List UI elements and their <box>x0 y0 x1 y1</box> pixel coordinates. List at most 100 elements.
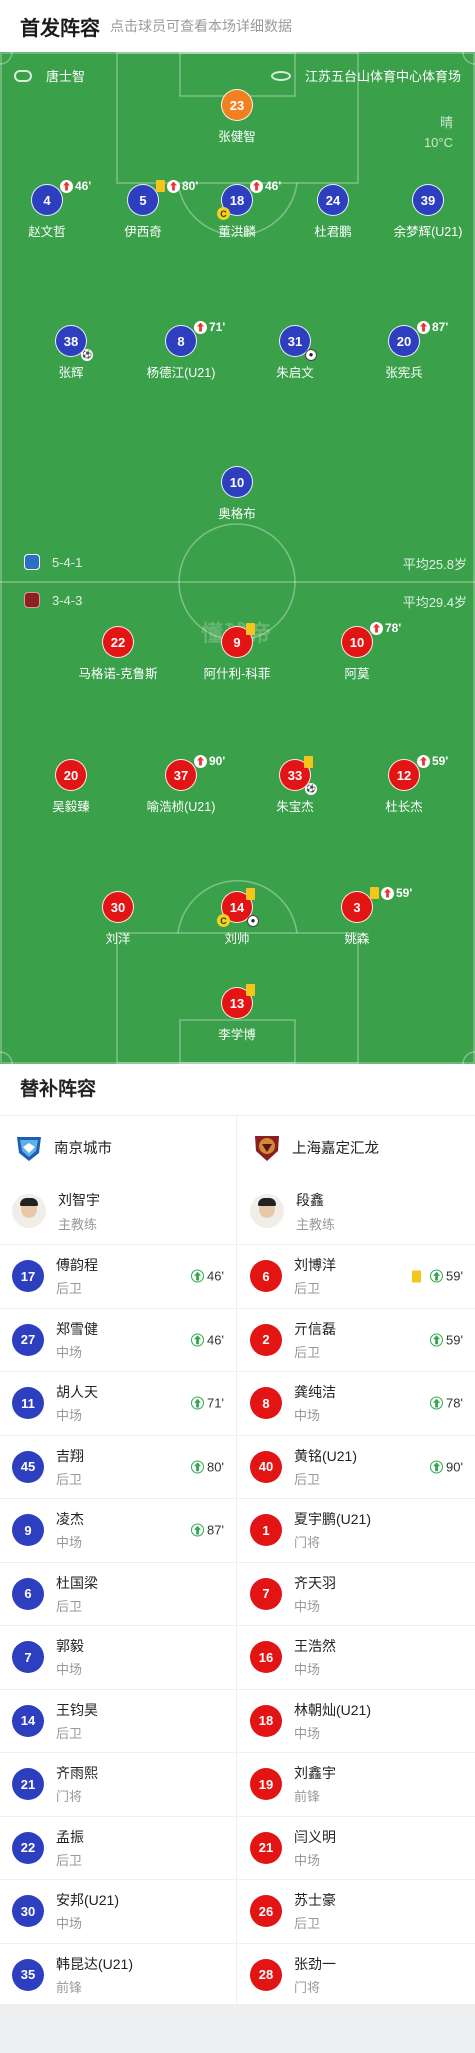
player-red-12[interactable]: 12 59' 杜长杰 <box>339 754 469 815</box>
whistle-icon <box>14 69 32 82</box>
sub-out-icon <box>417 754 430 768</box>
player-red-10[interactable]: 10 78' 阿莫 <box>292 621 422 682</box>
player-position: 门将 <box>294 1979 321 1995</box>
sub-player-row[interactable]: 7 齐天羽 中场 <box>238 1561 475 1626</box>
player-position: 中场 <box>56 1916 83 1932</box>
jersey-number: 9 <box>221 623 255 658</box>
sub-player-row[interactable]: 11 胡人天 中场 71' <box>0 1371 236 1435</box>
player-blue-8[interactable]: 8 71' 杨德江(U21) <box>116 320 246 381</box>
home-subs-column: 南京城市 刘智宇 主教练 17 傅韵程 后卫 46' 27 郑雪健 中场 46' 11 胡人天 中场 7… <box>0 1116 237 2006</box>
player-name: 王钧昊 <box>56 1701 98 1718</box>
jersey-number-text: 3 <box>353 899 361 915</box>
sub-player-row[interactable]: 14 王钧昊后卫 <box>0 1688 236 1753</box>
jersey-number: 19 <box>250 1768 282 1801</box>
sub-in-minute: 59' <box>446 1332 463 1348</box>
sub-player-row[interactable]: 16 王浩然 中场 <box>238 1625 475 1689</box>
player-position: 中场 <box>56 1344 83 1360</box>
sub-player-row[interactable]: 30 安邦(U21) 中场 <box>0 1879 236 1943</box>
away-coach[interactable]: 段鑫 主教练 <box>238 1178 475 1244</box>
player-name: 亓信磊 <box>294 1320 336 1337</box>
player-red-22[interactable]: 22 马格诺-克鲁斯 <box>53 626 183 682</box>
sub-player-row[interactable]: 17 傅韵程 后卫 46' <box>0 1244 236 1308</box>
jersey-number-text: 10 <box>349 634 365 650</box>
yellow-card-icon <box>304 756 313 768</box>
sub-player-row[interactable]: 6 杜国梁 后卫 <box>0 1561 236 1626</box>
sub-player-row[interactable]: 27 郑雪健 中场 46' <box>0 1307 236 1372</box>
jersey-number-text: 14 <box>229 899 245 915</box>
jersey-number-text: 23 <box>229 97 245 113</box>
sub-player-row[interactable]: 28 张劲一 门将 <box>238 1942 475 2007</box>
player-name: 齐雨熙 <box>56 1765 98 1782</box>
away-team-header[interactable]: 上海嘉定汇龙 <box>238 1116 475 1178</box>
player-position: 后卫 <box>294 1471 321 1487</box>
sub-player-row[interactable]: 19 刘鑫宇 前锋 <box>238 1752 475 1816</box>
player-name: 苏士豪 <box>294 1892 336 1909</box>
jersey-number: 9 <box>12 1514 44 1547</box>
sub-player-row[interactable]: 40 黄铭(U21) 后卫 90' <box>238 1434 475 1499</box>
player-position: 中场 <box>294 1408 321 1424</box>
away-avg-age-text: 平均29.4岁 <box>402 595 467 610</box>
jersey-number: 8 <box>250 1387 282 1420</box>
jersey-number: 20 87' <box>388 320 448 357</box>
substitution-in: 90' <box>430 1459 463 1474</box>
player-name: 傅韵程 <box>56 1257 98 1274</box>
jersey-number: 38 ⚽ <box>55 325 93 361</box>
player-position: 中场 <box>56 1408 83 1424</box>
player-red-30[interactable]: 30 刘洋 <box>53 891 183 947</box>
player-red-13[interactable]: 13 李学博 <box>172 984 302 1043</box>
player-position: 中场 <box>294 1725 321 1741</box>
substitution-out: 90' <box>194 754 225 768</box>
home-coach[interactable]: 刘智宇 主教练 <box>0 1178 236 1244</box>
sub-out-icon <box>250 179 263 193</box>
sub-in-icon <box>430 1460 444 1474</box>
sub-player-row[interactable]: 21 齐雨熙 门将 <box>0 1752 236 1816</box>
player-red-37[interactable]: 37 90' 喻浩桢(U21) <box>116 754 246 815</box>
sub-player-row[interactable]: 6 刘博洋 后卫 59' <box>238 1244 475 1308</box>
home-subs-list: 17 傅韵程 后卫 46' 27 郑雪健 中场 46' 11 胡人天 中场 71' 45 吉翔 后卫 80' 9… <box>0 1244 236 2006</box>
jersey-number: 14 <box>12 1704 44 1737</box>
sub-player-row[interactable]: 21 闫义明 中场 <box>238 1815 475 1880</box>
player-red-14[interactable]: 14 C ● 刘帅 <box>172 888 302 947</box>
player-position: 后卫 <box>56 1725 83 1741</box>
player-blue-10[interactable]: 10 奥格布 <box>172 466 302 522</box>
sub-player-row[interactable]: 26 苏士豪 后卫 <box>238 1879 475 1943</box>
player-blue-39[interactable]: 39 余梦辉(U21) <box>363 184 475 240</box>
player-name: 王浩然 <box>294 1638 336 1655</box>
player-name: 杜国梁 <box>56 1574 98 1591</box>
player-blue-23[interactable]: 23 张健智 <box>172 89 302 145</box>
substitution-in: 78' <box>430 1396 463 1411</box>
jersey-number: 6 <box>250 1260 282 1293</box>
jersey-number: 40 <box>250 1450 282 1483</box>
jersey-number: 7 <box>250 1577 282 1610</box>
player-red-3[interactable]: 3 59' 姚森 <box>292 886 422 947</box>
player-red-9[interactable]: 9 阿什利-科菲 <box>172 623 302 682</box>
player-position: 后卫 <box>294 1281 321 1297</box>
sub-player-row[interactable]: 22 孟振 后卫 <box>0 1815 236 1880</box>
player-name: 刘洋 <box>105 932 131 946</box>
player-name: 林朝灿(U21) <box>294 1701 372 1718</box>
sub-player-row[interactable]: 8 龚纯洁 中场 78' <box>238 1371 475 1435</box>
sub-player-row[interactable]: 45 吉翔 后卫 80' <box>0 1434 236 1499</box>
substitution-out: 71' <box>194 320 225 334</box>
substitution-out: 59' <box>417 754 448 768</box>
sub-player-row[interactable]: 2 亓信磊 后卫 59' <box>238 1307 475 1372</box>
sub-player-row[interactable]: 1 夏宇鹏(U21) 门将 <box>238 1498 475 1562</box>
sub-player-row[interactable]: 18 林朝灿(U21) 中场 <box>238 1688 475 1753</box>
player-position: 后卫 <box>294 1344 321 1360</box>
jersey-number-text: 20 <box>396 333 412 349</box>
jersey-number: 21 <box>250 1831 282 1864</box>
jersey-number: 1 <box>250 1514 282 1547</box>
player-blue-20[interactable]: 20 87' 张宪兵 <box>339 320 469 381</box>
venue: 江苏五台山体育中心体育场 <box>270 66 461 85</box>
sub-player-row[interactable]: 35 韩昆达(U21) 前锋 <box>0 1942 236 2007</box>
sub-player-row[interactable]: 9 凌杰 中场 87' <box>0 1498 236 1562</box>
away-team-logo-icon <box>24 592 40 608</box>
sub-player-row[interactable]: 7 郭毅 中场 <box>0 1625 236 1689</box>
home-team-header[interactable]: 南京城市 <box>0 1116 236 1178</box>
substitution-in: 87' <box>191 1523 224 1538</box>
player-position: 中场 <box>294 1662 321 1678</box>
player-name: 杨德江(U21) <box>146 366 216 380</box>
player-name: 夏宇鹏(U21) <box>294 1511 372 1528</box>
player-name: 张健智 <box>218 130 256 144</box>
stadium-icon <box>270 70 291 81</box>
